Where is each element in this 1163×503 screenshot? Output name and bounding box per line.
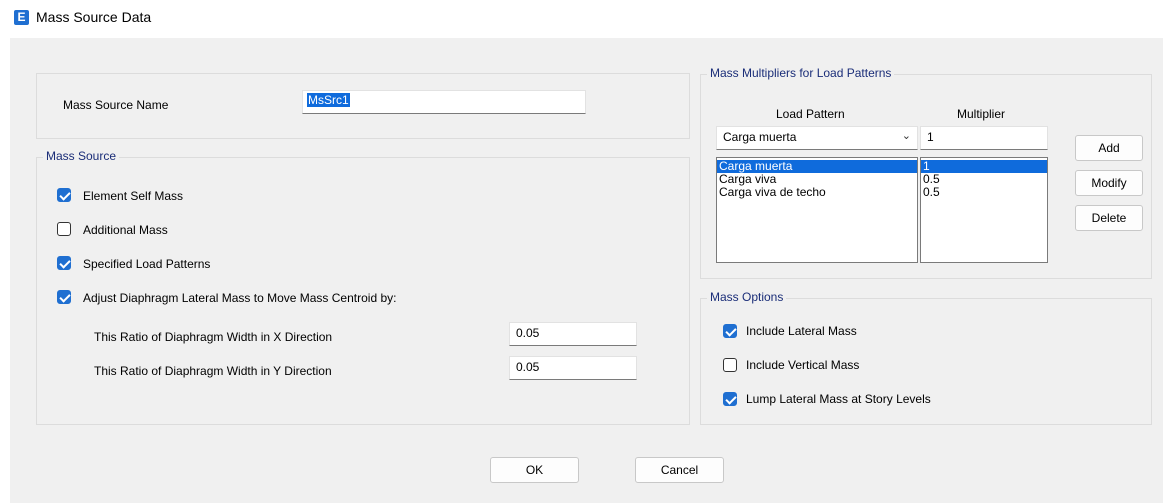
ratio-y-value: 0.05	[516, 360, 540, 374]
ratio-y-input[interactable]: 0.05	[509, 356, 637, 380]
mass-source-group: Mass Source Element Self Mass Additional…	[36, 149, 690, 425]
include-lateral-mass-checkbox[interactable]	[723, 324, 737, 338]
title-bar: E Mass Source Data	[0, 0, 1163, 38]
ratio-y-label: This Ratio of Diaphragm Width in Y Direc…	[94, 364, 332, 378]
specified-load-patterns-label: Specified Load Patterns	[83, 257, 211, 271]
mass-source-legend: Mass Source	[43, 149, 120, 163]
ok-button[interactable]: OK	[490, 457, 579, 483]
include-vertical-mass-label: Include Vertical Mass	[746, 358, 860, 372]
load-pattern-dropdown[interactable]: Carga muerta ⌄	[716, 126, 918, 150]
multiplier-input[interactable]: 1	[920, 126, 1048, 150]
include-lateral-mass-label: Include Lateral Mass	[746, 324, 857, 338]
element-self-mass-checkbox[interactable]	[57, 188, 71, 202]
modify-button[interactable]: Modify	[1075, 170, 1143, 196]
load-pattern-selected: Carga muerta	[723, 130, 797, 144]
mass-source-name-label: Mass Source Name	[63, 98, 169, 112]
mass-options-legend: Mass Options	[707, 290, 787, 304]
lump-lateral-mass-label: Lump Lateral Mass at Story Levels	[746, 392, 931, 406]
cancel-button[interactable]: Cancel	[635, 457, 724, 483]
chevron-down-icon: ⌄	[901, 130, 911, 142]
mass-options-group: Mass Options Include Lateral Mass Includ…	[700, 290, 1152, 425]
app-logo-icon: E	[14, 10, 29, 25]
window-title: Mass Source Data	[36, 9, 152, 25]
delete-button[interactable]: Delete	[1075, 205, 1143, 231]
lump-lateral-mass-checkbox[interactable]	[723, 392, 737, 406]
add-button[interactable]: Add	[1075, 135, 1143, 161]
multiplier-list[interactable]: 1 0.5 0.5	[920, 157, 1048, 263]
load-pattern-column-header: Load Pattern	[776, 107, 845, 121]
mass-multipliers-legend: Mass Multipliers for Load Patterns	[707, 66, 895, 80]
dialog-body: Mass Source Name MsSrc1 Mass Source Elem…	[10, 38, 1163, 503]
list-item[interactable]: Carga viva de techo	[717, 186, 917, 199]
mass-source-name-value: MsSrc1	[307, 93, 350, 107]
mass-multipliers-group: Mass Multipliers for Load Patterns Load …	[700, 66, 1152, 279]
mass-source-name-input[interactable]: MsSrc1	[302, 90, 586, 114]
name-group: Mass Source Name MsSrc1	[36, 73, 690, 139]
adjust-diaphragm-label: Adjust Diaphragm Lateral Mass to Move Ma…	[83, 291, 397, 305]
multiplier-column-header: Multiplier	[957, 107, 1006, 121]
adjust-diaphragm-checkbox[interactable]	[57, 290, 71, 304]
load-pattern-list[interactable]: Carga muerta Carga viva Carga viva de te…	[716, 157, 918, 263]
include-vertical-mass-checkbox[interactable]	[723, 358, 737, 372]
element-self-mass-label: Element Self Mass	[83, 189, 184, 203]
ratio-x-value: 0.05	[516, 326, 540, 340]
additional-mass-label: Additional Mass	[83, 223, 168, 237]
ratio-x-input[interactable]: 0.05	[509, 322, 637, 346]
ratio-x-label: This Ratio of Diaphragm Width in X Direc…	[94, 330, 333, 344]
multiplier-input-value: 1	[927, 130, 934, 144]
additional-mass-checkbox[interactable]	[57, 222, 71, 236]
specified-load-patterns-checkbox[interactable]	[57, 256, 71, 270]
list-item[interactable]: 0.5	[921, 186, 1047, 199]
